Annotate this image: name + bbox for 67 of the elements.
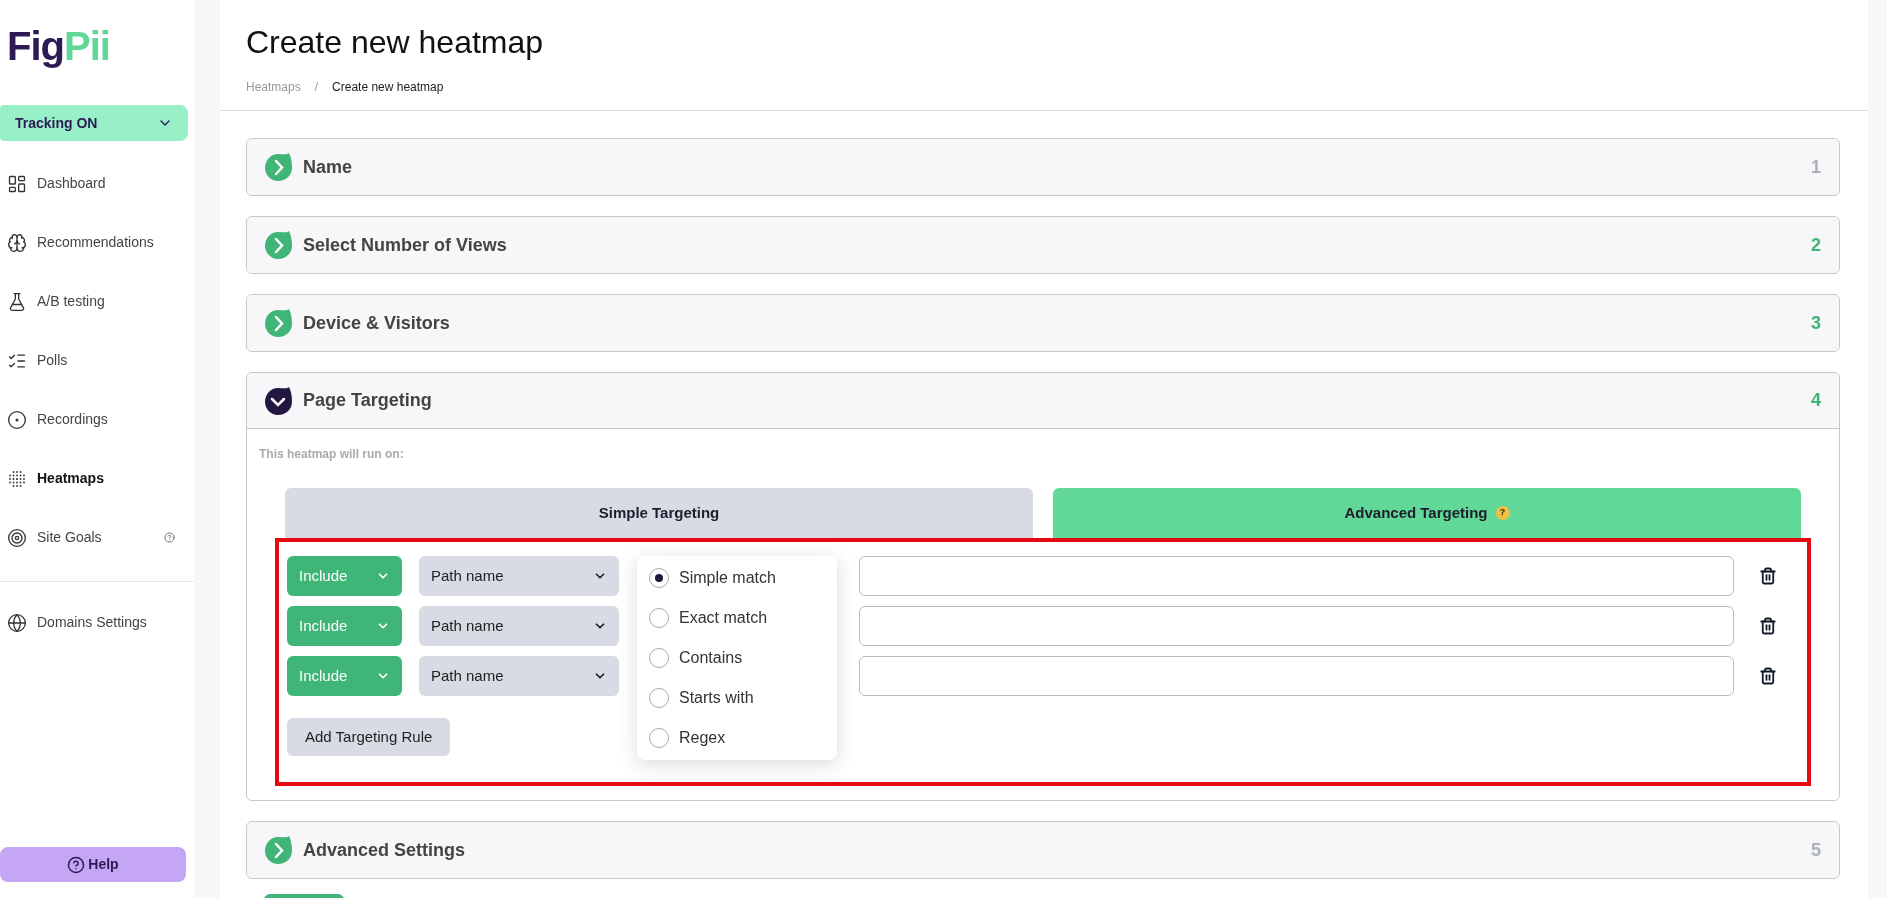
step-title: Device & Visitors: [303, 311, 450, 335]
help-badge[interactable]: ?: [1495, 506, 1510, 520]
radio-button[interactable]: [649, 648, 669, 668]
record-icon: [7, 409, 27, 430]
collapse-icon[interactable]: [263, 385, 293, 416]
nav-link[interactable]: Domains Settings: [37, 612, 147, 633]
heatmap-icon: [7, 468, 27, 489]
intro-text: This heatmap will run on:: [259, 446, 405, 463]
radio-label: Contains: [679, 648, 743, 668]
step-header[interactable]: Name 1: [247, 139, 1839, 195]
value-field[interactable]: [859, 556, 1734, 596]
delete-icon[interactable]: [1759, 617, 1777, 635]
step-number: 5: [1811, 838, 1821, 862]
expand-icon[interactable]: [263, 230, 293, 260]
step-number: 4: [1811, 389, 1821, 412]
logo: FigPii: [7, 26, 111, 66]
step-number: 2: [1811, 233, 1821, 257]
expand-icon[interactable]: [263, 152, 293, 182]
expand-icon[interactable]: [263, 308, 293, 338]
step-header[interactable]: Advanced Settings 5: [247, 822, 1839, 878]
radio-label: Starts with: [679, 688, 754, 708]
radio-button[interactable]: [649, 568, 669, 588]
page-title: Create new heatmap: [246, 23, 545, 62]
brain-icon: [7, 232, 27, 253]
step-title: Advanced Settings: [303, 838, 466, 862]
targeting-tab[interactable]: Simple Targeting: [285, 488, 1033, 538]
nav-link[interactable]: Site Goals: [37, 527, 102, 548]
nav-link[interactable]: Recommendations: [37, 232, 154, 253]
value-field[interactable]: [859, 606, 1734, 646]
step-title: Select Number of Views: [303, 233, 507, 257]
step-number: 3: [1811, 311, 1821, 335]
step-header[interactable]: Page Targeting 4: [247, 373, 1839, 429]
field-select[interactable]: Path name: [419, 556, 619, 596]
nav-link[interactable]: Dashboard: [37, 173, 106, 194]
radio-button[interactable]: [649, 688, 669, 708]
help-icon[interactable]: [164, 532, 175, 543]
step-header[interactable]: Device & Visitors 3: [247, 295, 1839, 351]
breadcrumb-separator: /: [314, 79, 319, 96]
field-select[interactable]: Path name: [419, 606, 619, 646]
step-number: 1: [1811, 155, 1821, 179]
value-field[interactable]: [859, 656, 1734, 696]
flask-icon: [7, 291, 27, 312]
radio-button[interactable]: [649, 608, 669, 628]
radio-label: Exact match: [679, 608, 768, 628]
radio-button[interactable]: [649, 728, 669, 748]
breadcrumb-current: Create new heatmap: [332, 79, 444, 96]
targeting-tab[interactable]: Advanced Targeting ?: [1053, 488, 1801, 538]
help-icon: [67, 855, 86, 874]
radio-label: Regex: [679, 728, 726, 748]
nav-link[interactable]: A/B testing: [37, 291, 105, 312]
radio-label: Simple match: [679, 568, 776, 588]
dashboard-icon: [7, 173, 27, 194]
nav-link[interactable]: Polls: [37, 350, 68, 371]
step-header[interactable]: Select Number of Views 2: [247, 217, 1839, 273]
expand-icon[interactable]: [263, 835, 293, 865]
delete-icon[interactable]: [1759, 667, 1777, 685]
step-title: Page Targeting: [303, 389, 432, 412]
delete-icon[interactable]: [1759, 567, 1777, 585]
step-title: Name: [303, 155, 353, 179]
target-icon: [7, 527, 27, 548]
globe-icon: [7, 612, 27, 633]
nav-link[interactable]: Recordings: [37, 409, 108, 430]
add-rule-button[interactable]: Add Targeting Rule: [287, 718, 451, 756]
help-button[interactable]: Help: [0, 847, 186, 882]
nav-link[interactable]: Heatmaps: [37, 468, 104, 489]
tracking-dropdown[interactable]: Tracking ON: [0, 105, 188, 141]
field-select[interactable]: Path name: [419, 656, 619, 696]
